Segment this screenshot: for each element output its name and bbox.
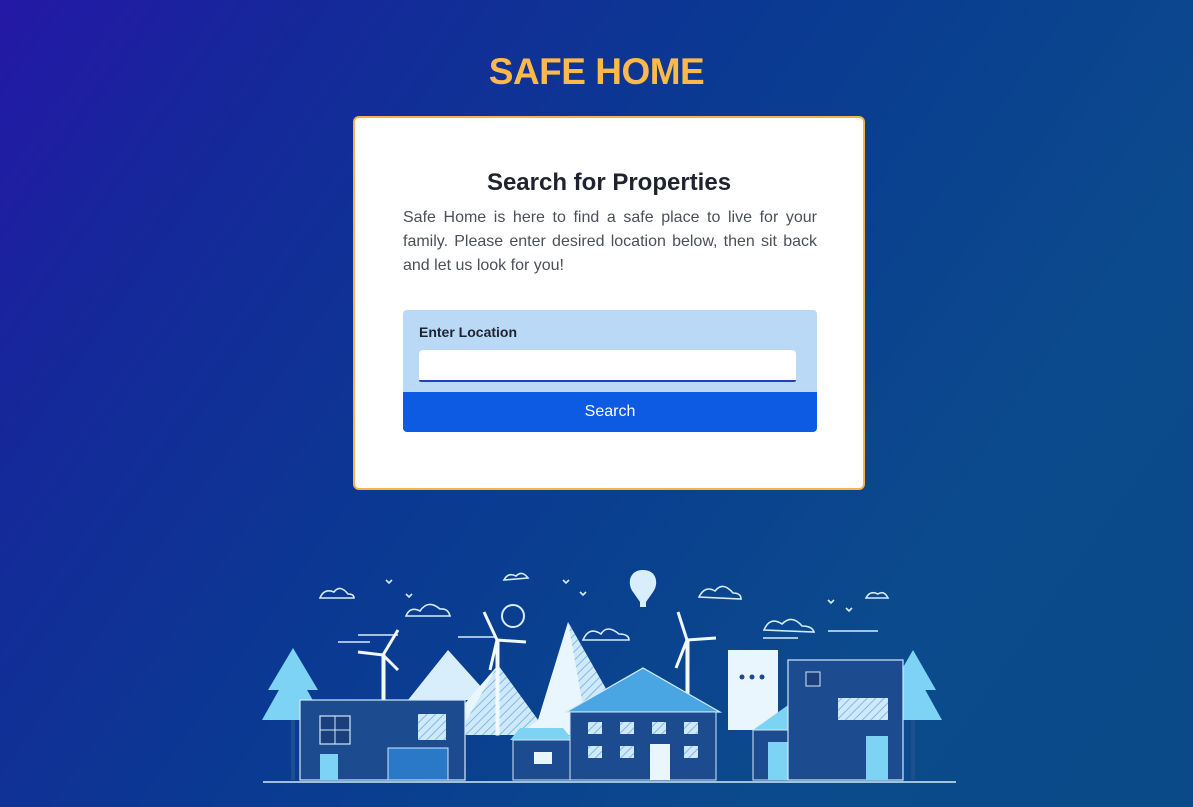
- search-card: Search for Properties Safe Home is here …: [353, 116, 865, 490]
- location-input[interactable]: [419, 350, 796, 382]
- location-label: Enter Location: [419, 324, 518, 340]
- search-button[interactable]: Search: [403, 392, 817, 432]
- card-title: Search for Properties: [486, 169, 732, 196]
- location-field-panel: Enter Location: [403, 310, 817, 394]
- card-description: Safe Home is here to find a safe place t…: [403, 209, 817, 274]
- town-illustration-icon: [262, 570, 956, 783]
- app-title: SAFE HOME: [488, 51, 705, 92]
